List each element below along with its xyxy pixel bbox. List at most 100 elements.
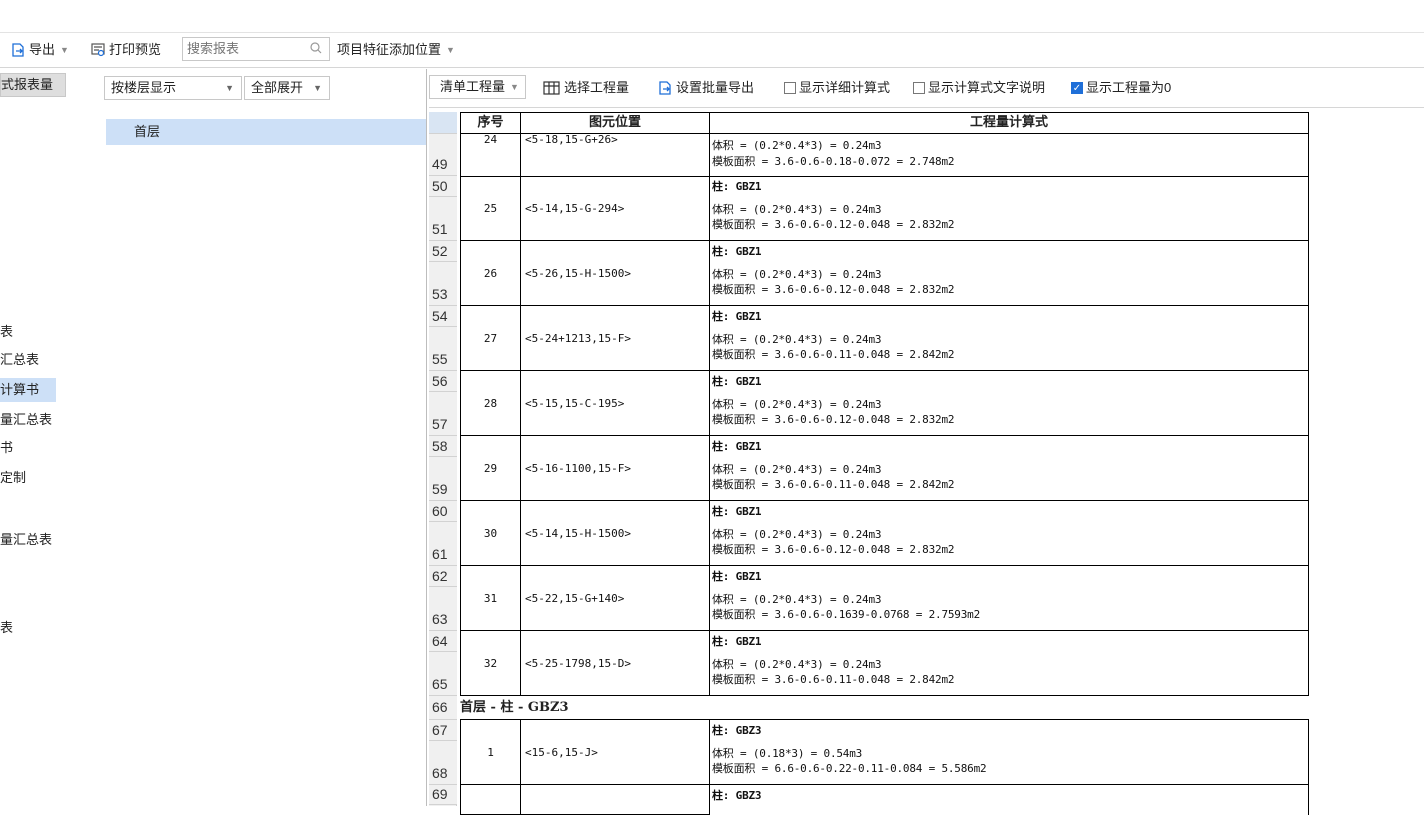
- seq-value: 26: [483, 266, 498, 280]
- report-list-item[interactable]: 量汇总表: [0, 528, 52, 552]
- chevron-down-icon[interactable]: ▼: [60, 39, 69, 61]
- quantity-type-value: 清单工程量: [440, 79, 506, 94]
- select-quantity-button[interactable]: 选择工程量: [543, 77, 629, 99]
- title-bar: [0, 0, 1424, 33]
- formula-title: 柱: GBZ1: [712, 310, 762, 323]
- row-number[interactable]: 67: [429, 720, 457, 741]
- row-number[interactable]: 57: [429, 392, 457, 436]
- section-title: 首层 - 柱 - GBZ3: [460, 696, 1309, 720]
- formula-title: 柱: GBZ1: [712, 635, 762, 648]
- tree-node-first-floor[interactable]: 首层: [106, 119, 426, 145]
- project-feature-label: 项目特征添加位置: [337, 42, 442, 57]
- row-number[interactable]: 49: [429, 134, 457, 176]
- row-number[interactable]: 55: [429, 327, 457, 371]
- row-number[interactable]: 53: [429, 262, 457, 306]
- row-number[interactable]: 54: [429, 306, 457, 327]
- row-number[interactable]: 65: [429, 652, 457, 696]
- export-icon: [12, 43, 24, 57]
- position-value: <5-24+1213,15-F>: [525, 331, 631, 345]
- seq-cell: 25: [460, 176, 521, 241]
- checkbox[interactable]: [913, 82, 925, 94]
- batch-export-button[interactable]: 设置批量导出: [657, 77, 754, 99]
- show-formula-text-checkbox[interactable]: 显示计算式文字说明: [913, 77, 1045, 99]
- expand-all-dropdown[interactable]: 全部展开 ▼: [244, 76, 330, 100]
- batch-export-label: 设置批量导出: [676, 80, 755, 95]
- seq-cell: 31: [460, 566, 521, 631]
- search-icon[interactable]: [309, 41, 323, 55]
- formula-line: 体积 = (0.2*0.4*3) = 0.24m3: [712, 203, 882, 216]
- tree-node-label: 首层: [134, 124, 161, 139]
- checkbox[interactable]: ✓: [1071, 82, 1083, 94]
- row-number[interactable]: 58: [429, 436, 457, 457]
- formula-line: 体积 = (0.2*0.4*3) = 0.24m3: [712, 463, 882, 476]
- header-seq: 序号: [460, 112, 521, 134]
- formula-cell: 柱: GBZ1 体积 = (0.2*0.4*3) = 0.24m3 模板面积 = 3…: [709, 501, 1309, 566]
- row-number[interactable]: 62: [429, 566, 457, 587]
- print-preview-button[interactable]: 打印预览: [90, 39, 161, 61]
- formula-title: 柱: GBZ1: [712, 245, 762, 258]
- report-category-tab[interactable]: 式报表量: [0, 73, 66, 97]
- formula-line: 体积 = (0.2*0.4*3) = 0.24m3: [712, 398, 882, 411]
- row-number[interactable]: 61: [429, 522, 457, 566]
- show-zero-quantity-label: 显示工程量为0: [1086, 80, 1172, 95]
- show-zero-quantity-checkbox[interactable]: ✓ 显示工程量为0: [1071, 77, 1171, 99]
- chevron-down-icon[interactable]: ▼: [446, 39, 455, 61]
- seq-value: 25: [483, 201, 498, 215]
- row-number[interactable]: 51: [429, 197, 457, 241]
- formula-cell: 柱: GBZ3 体积 = (0.18*3) = 0.54m3 模板面积 = 6.6-…: [709, 720, 1309, 785]
- report-list-item[interactable]: 书: [0, 436, 13, 460]
- row-number[interactable]: 66: [429, 696, 457, 720]
- formula-title: 柱: GBZ1: [712, 570, 762, 583]
- row-number[interactable]: 59: [429, 457, 457, 501]
- position-value: <5-14,15-G-294>: [525, 201, 625, 215]
- report-list-item[interactable]: 表: [0, 320, 13, 344]
- position-cell: <5-14,15-G-294>: [520, 176, 710, 241]
- formula-cell: 体积 = (0.2*0.4*3) = 0.24m3 模板面积 = 3.6-0.6-…: [709, 133, 1309, 177]
- formula-line: 模板面积 = 3.6-0.6-0.12-0.048 = 2.832m2: [712, 218, 955, 231]
- checkbox[interactable]: [784, 82, 796, 94]
- position-cell: <5-14,15-H-1500>: [520, 501, 710, 566]
- formula-line: 体积 = (0.2*0.4*3) = 0.24m3: [712, 139, 882, 152]
- formula-line: 模板面积 = 3.6-0.6-0.11-0.048 = 2.842m2: [712, 673, 955, 686]
- report-search-box[interactable]: [182, 37, 330, 61]
- show-detail-formula-checkbox[interactable]: 显示详细计算式: [784, 77, 890, 99]
- formula-line: 模板面积 = 3.6-0.6-0.12-0.048 = 2.832m2: [712, 283, 955, 296]
- show-formula-text-label: 显示计算式文字说明: [928, 80, 1046, 95]
- formula-line: 模板面积 = 3.6-0.6-0.12-0.048 = 2.832m2: [712, 413, 955, 426]
- search-input[interactable]: [187, 38, 307, 58]
- project-feature-position-dropdown[interactable]: 项目特征添加位置 ▼: [337, 39, 455, 61]
- report-list-item[interactable]: 计算书: [0, 378, 56, 402]
- row-number[interactable]: 69: [429, 785, 457, 805]
- row-number[interactable]: 56: [429, 371, 457, 392]
- report-list-item[interactable]: 定制: [0, 466, 26, 490]
- chevron-down-icon: ▼: [313, 83, 322, 93]
- row-number[interactable]: 52: [429, 241, 457, 262]
- row-number[interactable]: 64: [429, 631, 457, 652]
- floor-display-dropdown[interactable]: 按楼层显示 ▼: [104, 76, 242, 100]
- formula-title: 柱: GBZ1: [712, 180, 762, 193]
- report-list-item[interactable]: 量汇总表: [0, 408, 52, 432]
- formula-cell: 柱: GBZ1 体积 = (0.2*0.4*3) = 0.24m3 模板面积 = 3…: [709, 436, 1309, 501]
- formula-line: 体积 = (0.2*0.4*3) = 0.24m3: [712, 333, 882, 346]
- seq-value: 28: [483, 396, 498, 410]
- row-number[interactable]: 60: [429, 501, 457, 522]
- report-list-item[interactable]: 表: [0, 616, 13, 640]
- position-cell: <5-15,15-C-195>: [520, 371, 710, 436]
- formula-cell: 柱: GBZ1 体积 = (0.2*0.4*3) = 0.24m3 模板面积 = 3…: [709, 176, 1309, 241]
- formula-line: 体积 = (0.2*0.4*3) = 0.24m3: [712, 268, 882, 281]
- position-cell: <15-6,15-J>: [520, 720, 710, 785]
- sheet-corner[interactable]: [429, 112, 457, 134]
- export-button[interactable]: 导出 ▼: [10, 39, 69, 61]
- quantity-type-dropdown[interactable]: 清单工程量 ▼: [429, 75, 526, 99]
- row-number[interactable]: 50: [429, 176, 457, 197]
- formula-cell: 柱: GBZ1 体积 = (0.2*0.4*3) = 0.24m3 模板面积 = 3…: [709, 306, 1309, 371]
- row-number[interactable]: 63: [429, 587, 457, 631]
- seq-cell: 1: [460, 720, 521, 785]
- report-list-item[interactable]: 汇总表: [0, 348, 39, 372]
- position-cell: <5-16-1100,15-F>: [520, 436, 710, 501]
- row-number[interactable]: 68: [429, 741, 457, 785]
- formula-title: 柱: GBZ1: [712, 440, 762, 453]
- header-formula: 工程量计算式: [709, 112, 1309, 134]
- chevron-down-icon: ▼: [510, 82, 519, 92]
- formula-title: 柱: GBZ3: [712, 724, 762, 737]
